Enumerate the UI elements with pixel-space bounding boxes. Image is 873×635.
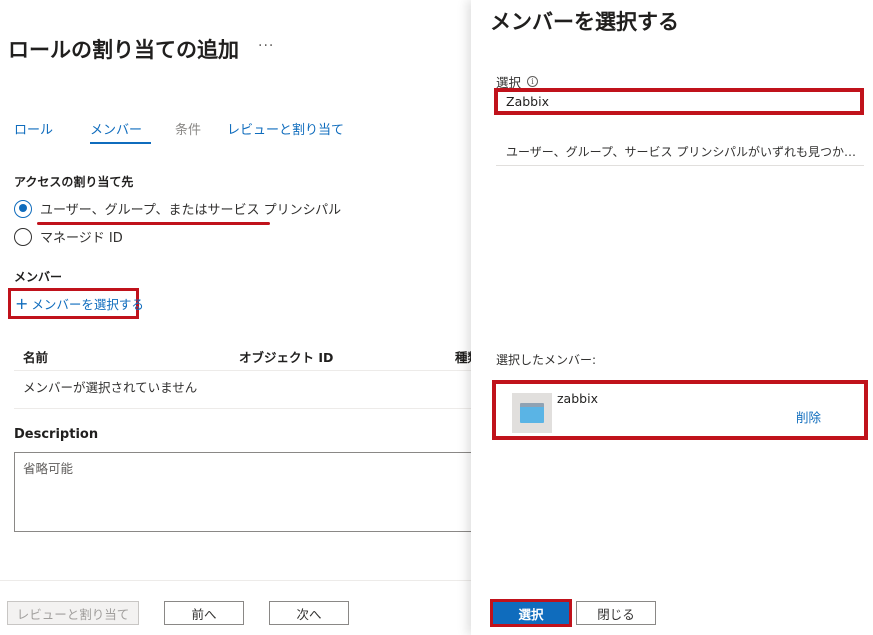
radio-label: ユーザー、グループ、またはサービス プリンシパル [40, 203, 342, 218]
tab-conditions: 条件 [175, 123, 202, 138]
review-assign-button: レビューと割り当て [7, 601, 139, 625]
app-registration-icon [512, 393, 552, 433]
role-assignment-page: ロールの割り当ての追加 ··· ロール メンバー 条件 レビューと割り当て アク… [0, 0, 484, 635]
radio-checked-icon[interactable] [14, 199, 32, 218]
members-empty-text: メンバーが選択されていません [23, 380, 198, 395]
panel-title: メンバーを選択する [490, 10, 679, 34]
column-name: 名前 [23, 350, 49, 365]
select-button[interactable]: 選択 [490, 599, 572, 627]
radio-user-group-sp[interactable]: ユーザー、グループ、またはサービス プリンシパル [14, 199, 341, 218]
members-table-header: 名前 オブジェクト ID 種類 [14, 343, 480, 371]
info-icon[interactable]: i [527, 76, 539, 87]
access-assign-label: アクセスの割り当て先 [14, 175, 134, 189]
description-input[interactable]: 省略可能 [14, 452, 484, 532]
selected-member-name: zabbix [557, 391, 598, 406]
window-icon-shape [520, 403, 544, 423]
plus-icon: + [15, 293, 29, 313]
members-label: メンバー [14, 270, 63, 284]
next-button[interactable]: 次へ [269, 601, 349, 625]
highlight-underline [37, 222, 270, 225]
tab-review-assign[interactable]: レビューと割り当て [227, 119, 344, 138]
tab-role[interactable]: ロール [14, 119, 53, 138]
radio-label: マネージド ID [40, 231, 123, 246]
prev-button[interactable]: 前へ [164, 601, 244, 625]
close-button[interactable]: 閉じる [576, 601, 656, 625]
page-title: ロールの割り当ての追加 [8, 38, 239, 62]
table-divider [14, 408, 471, 409]
selected-member-item: zabbix 削除 [492, 380, 868, 440]
description-label: Description [14, 427, 99, 442]
remove-member-link[interactable]: 削除 [796, 407, 821, 426]
no-result-text: ユーザー、グループ、サービス プリンシパルがいずれも見つかりませんでした。 [496, 139, 864, 166]
active-tab-indicator [90, 142, 151, 144]
select-members-panel: メンバーを選択する 選択 i ユーザー、グループ、サービス プリンシパルがいずれ… [471, 0, 873, 635]
column-object-id: オブジェクト ID [239, 350, 334, 365]
radio-unchecked-icon[interactable] [14, 227, 32, 246]
selected-members-label: 選択したメンバー: [496, 353, 597, 367]
more-options-button[interactable]: ··· [258, 38, 274, 54]
radio-managed-id[interactable]: マネージド ID [14, 227, 123, 246]
select-members-label: メンバーを選択する [31, 297, 144, 312]
select-members-link[interactable]: + メンバーを選択する [8, 288, 144, 319]
tab-members[interactable]: メンバー [90, 119, 142, 138]
search-input[interactable] [494, 88, 864, 115]
description-placeholder: 省略可能 [23, 461, 74, 476]
